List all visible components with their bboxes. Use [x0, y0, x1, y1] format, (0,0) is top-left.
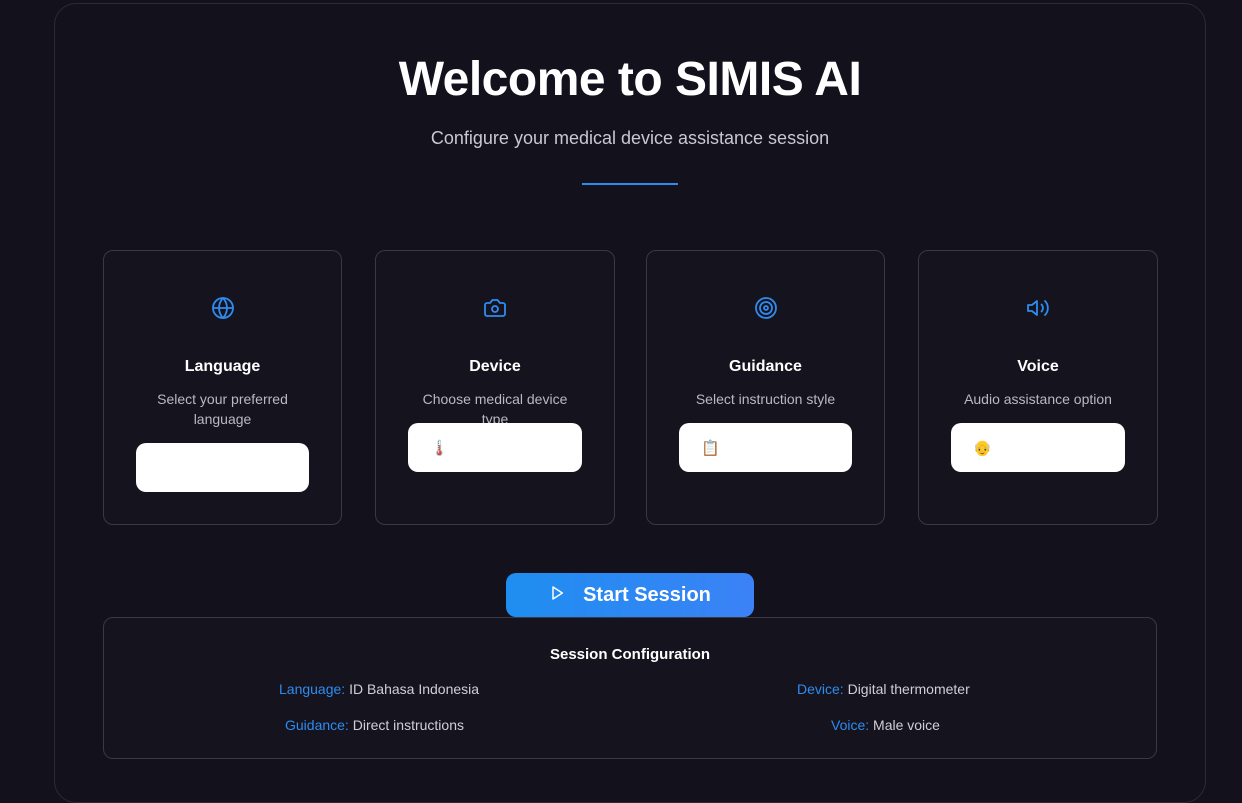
- speaker-icon: [1025, 295, 1051, 321]
- summary-device-key: Device:: [797, 681, 844, 697]
- summary-guidance-value: Direct instructions: [352, 717, 464, 733]
- target-icon: [753, 295, 779, 321]
- summary-language-value: ID Bahasa Indonesia: [349, 681, 480, 697]
- voice-card: Voice Audio assistance option 👴: [918, 250, 1158, 525]
- page-subtitle: Configure your medical device assistance…: [430, 128, 830, 148]
- summary-guidance: Guidance: Direct instructions: [285, 717, 464, 733]
- guidance-select[interactable]: 📋: [679, 423, 852, 472]
- title-divider: [582, 183, 678, 185]
- globe-icon: [210, 295, 236, 321]
- summary-voice-value: Male voice: [873, 717, 940, 733]
- device-card: Device Choose medical device type 🌡️: [375, 250, 615, 525]
- voice-card-title: Voice: [1017, 358, 1059, 375]
- start-session-label: Start Session: [583, 583, 711, 606]
- summary-language: Language: ID Bahasa Indonesia: [279, 681, 479, 697]
- page-title: Welcome to SIMIS AI: [398, 53, 862, 106]
- summary-voice-key: Voice:: [831, 717, 870, 733]
- summary-device-value: Digital thermometer: [847, 681, 970, 697]
- language-card: Language Select your preferred language: [103, 250, 342, 525]
- start-session-button[interactable]: Start Session: [506, 573, 754, 617]
- language-card-title: Language: [184, 358, 261, 375]
- summary-guidance-key: Guidance:: [285, 717, 349, 733]
- language-select[interactable]: [136, 443, 309, 492]
- summary-voice: Voice: Male voice: [831, 717, 940, 733]
- guidance-card: Guidance Select instruction style 📋: [646, 250, 885, 525]
- camera-icon: [482, 295, 508, 321]
- device-card-title: Device: [469, 358, 521, 375]
- voice-card-description: Audio assistance option: [964, 391, 1112, 407]
- play-icon: [549, 584, 565, 607]
- language-card-description: Select your preferred language: [157, 391, 288, 427]
- summary-device: Device: Digital thermometer: [797, 681, 970, 697]
- guidance-card-description: Select instruction style: [695, 391, 836, 407]
- summary-language-key: Language:: [279, 681, 346, 697]
- session-configuration-panel: Session Configuration Language: ID Bahas…: [103, 617, 1157, 759]
- device-select[interactable]: 🌡️: [408, 423, 582, 472]
- guidance-card-title: Guidance: [729, 358, 802, 375]
- voice-select[interactable]: 👴: [951, 423, 1125, 472]
- session-configuration-title: Session Configuration: [549, 646, 710, 663]
